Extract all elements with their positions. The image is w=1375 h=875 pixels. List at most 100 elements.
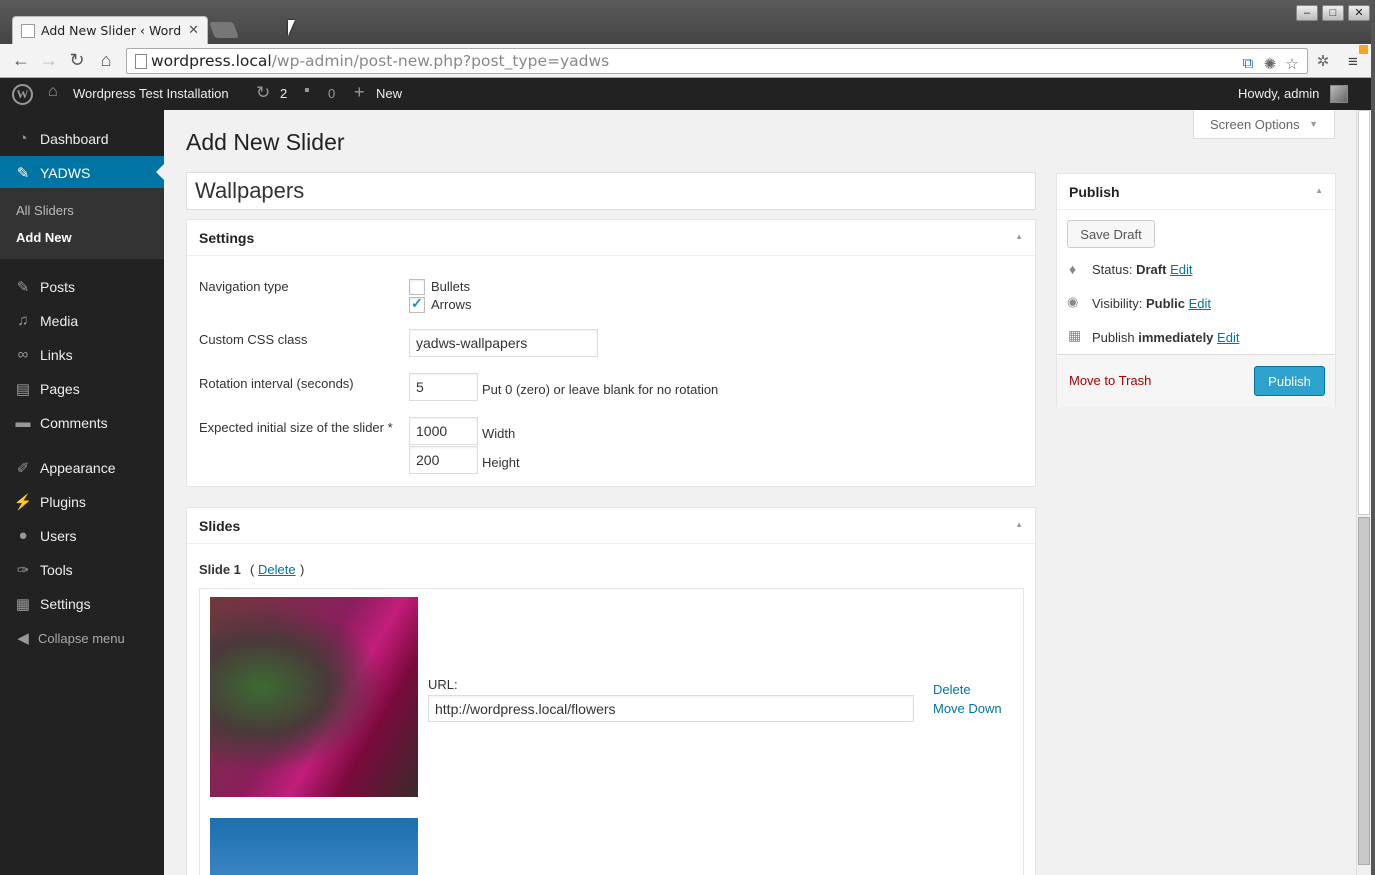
sidebar-item-label: Media: [40, 313, 79, 329]
comments-count[interactable]: 0: [328, 86, 335, 101]
browser-toolbar: ← → ↻ ⌂ wordpress.local/wp-admin/post-ne…: [0, 44, 1375, 78]
rotation-input[interactable]: 5: [409, 373, 478, 401]
sidebar-item-pages[interactable]: ▤ Pages: [0, 372, 164, 406]
pages-icon: ▤: [15, 381, 31, 398]
home-icon[interactable]: ⌂: [95, 50, 117, 71]
sidebar-item-label: Settings: [40, 596, 91, 612]
screen-options-label: Screen Options: [1210, 117, 1300, 132]
submenu-all-sliders[interactable]: All Sliders: [16, 203, 74, 218]
arrows-checkbox[interactable]: ✓: [409, 295, 425, 313]
bullets-checkbox[interactable]: [409, 279, 425, 295]
comment-icon: ▬: [15, 414, 31, 431]
main-content: Screen Options ▼ Add New Slider Wallpaper…: [164, 110, 1356, 875]
slides-box: Slides ▲ Slide 1 ( Delete ) URL: http://w…: [186, 507, 1036, 875]
collapse-toggle-icon[interactable]: ▲: [1015, 232, 1023, 241]
visibility-edit-link[interactable]: Edit: [1189, 296, 1211, 311]
reload-icon[interactable]: ↻: [66, 50, 88, 71]
publish-date-edit-link[interactable]: Edit: [1217, 330, 1239, 345]
forward-icon[interactable]: →: [38, 50, 60, 71]
bullets-label: Bullets: [431, 279, 471, 294]
slider-title-input[interactable]: Wallpapers: [186, 172, 1036, 210]
site-name-link[interactable]: Wordpress Test Installation: [73, 86, 229, 101]
move-down-button[interactable]: Move Down: [933, 701, 1002, 716]
sidebar-item-label: YADWS: [40, 165, 91, 181]
pin-icon: ♦: [1069, 261, 1077, 277]
slides-heading-label: Slides: [199, 518, 241, 534]
menu-icon[interactable]: ≡: [1344, 52, 1362, 71]
slide-1-delete-link[interactable]: Delete: [258, 562, 296, 577]
page-scrollbar[interactable]: [1356, 110, 1371, 875]
sidebar-item-settings[interactable]: ▦ Settings: [0, 587, 164, 621]
css-class-input[interactable]: yadws-wallpapers: [409, 329, 598, 357]
publish-heading[interactable]: Publish ▲: [1057, 174, 1335, 210]
screen-options-button[interactable]: Screen Options ▼: [1193, 110, 1335, 139]
checkmark-icon: ✓: [411, 295, 423, 311]
move-to-trash-link[interactable]: Move to Trash: [1069, 373, 1151, 388]
bug-icon[interactable]: ✲: [1314, 52, 1332, 70]
sidebar-item-label: Appearance: [40, 460, 116, 476]
comment-icon[interactable]: ▪: [304, 82, 310, 100]
wp-admin-bar: W ⌂ Wordpress Test Installation ↻ 2 ▪ 0 …: [0, 78, 1375, 110]
notification-badge: [1359, 45, 1368, 54]
status-edit-link[interactable]: Edit: [1170, 262, 1192, 277]
publish-date-value: immediately: [1138, 330, 1214, 345]
scrollbar-track[interactable]: [1358, 110, 1370, 515]
status-value: Draft: [1136, 262, 1167, 277]
sidebar-item-comments[interactable]: ▬ Comments: [0, 406, 164, 440]
howdy-link[interactable]: Howdy, admin: [1238, 86, 1319, 101]
close-tab-icon[interactable]: ✕: [188, 22, 199, 38]
visibility-label: Visibility:: [1092, 296, 1143, 311]
sidebar-item-plugins[interactable]: ⚡ Plugins: [0, 485, 164, 519]
back-icon[interactable]: ←: [10, 50, 32, 71]
address-bar[interactable]: wordpress.local/wp-admin/post-new.php?po…: [126, 48, 1308, 74]
plus-icon[interactable]: +: [354, 82, 365, 103]
sidebar-item-posts[interactable]: ✎ Posts: [0, 270, 164, 304]
scrollbar-thumb[interactable]: [1358, 517, 1370, 865]
avatar[interactable]: [1330, 85, 1348, 103]
slide-delete-paren-close: ): [300, 562, 305, 577]
settings-heading[interactable]: Settings ▲: [187, 220, 1035, 256]
publish-button[interactable]: Publish: [1254, 366, 1325, 396]
slide-url-input[interactable]: http://wordpress.local/flowers: [428, 695, 914, 722]
gear-icon[interactable]: ✺: [1261, 55, 1279, 73]
home-icon: ⌂: [48, 83, 58, 100]
sidebar-item-tools[interactable]: ✑ Tools: [0, 553, 164, 587]
new-link[interactable]: New: [376, 86, 402, 101]
visibility-row: Visibility: Public Edit: [1092, 296, 1211, 311]
sidebar-item-links[interactable]: ∞ Links: [0, 338, 164, 372]
sidebar-item-appearance[interactable]: ✐ Appearance: [0, 451, 164, 485]
sidebar-item-yadws[interactable]: ✎ YADWS: [0, 156, 164, 190]
slide-delete-button[interactable]: Delete: [933, 682, 971, 697]
collapse-menu-button[interactable]: ◀ Collapse menu: [0, 621, 164, 655]
slide-2-image[interactable]: [210, 818, 418, 875]
maximize-icon[interactable]: □: [1322, 5, 1344, 21]
updates-icon[interactable]: ↻: [256, 83, 270, 103]
star-icon[interactable]: ☆: [1283, 55, 1301, 73]
submenu-add-new[interactable]: Add New: [16, 230, 72, 245]
publish-actions: Move to Trash Publish: [1057, 354, 1335, 407]
extension-icon[interactable]: ⧉: [1239, 55, 1257, 73]
wordpress-logo-icon[interactable]: W: [12, 84, 33, 105]
sidebar-item-dashboard[interactable]: ◔ Dashboard: [0, 122, 164, 156]
browser-tab[interactable]: Add New Slider ‹ Wordp ✕: [12, 16, 208, 44]
minimize-icon[interactable]: –: [1296, 5, 1318, 21]
eye-icon: ◉: [1067, 294, 1079, 309]
slide-1-image[interactable]: [210, 597, 418, 797]
width-input[interactable]: 1000: [409, 417, 478, 445]
sidebar-item-users[interactable]: ● Users: [0, 519, 164, 553]
save-draft-button[interactable]: Save Draft: [1067, 220, 1155, 248]
status-row: Status: Draft Edit: [1092, 262, 1192, 277]
collapse-toggle-icon[interactable]: ▲: [1315, 186, 1323, 195]
updates-count[interactable]: 2: [280, 86, 287, 101]
css-class-label: Custom CSS class: [199, 332, 308, 347]
collapse-toggle-icon[interactable]: ▲: [1015, 520, 1023, 529]
link-icon: ∞: [17, 346, 29, 363]
slides-heading[interactable]: Slides ▲: [187, 508, 1035, 544]
sidebar-item-label: Tools: [40, 562, 73, 578]
sidebar-item-media[interactable]: ♫ Media: [0, 304, 164, 338]
close-window-icon[interactable]: ✕: [1348, 5, 1370, 21]
new-tab-button[interactable]: [209, 22, 239, 38]
wrench-icon: ✑: [16, 562, 30, 579]
page-title: Add New Slider: [186, 129, 345, 155]
height-input[interactable]: 200: [409, 446, 478, 474]
